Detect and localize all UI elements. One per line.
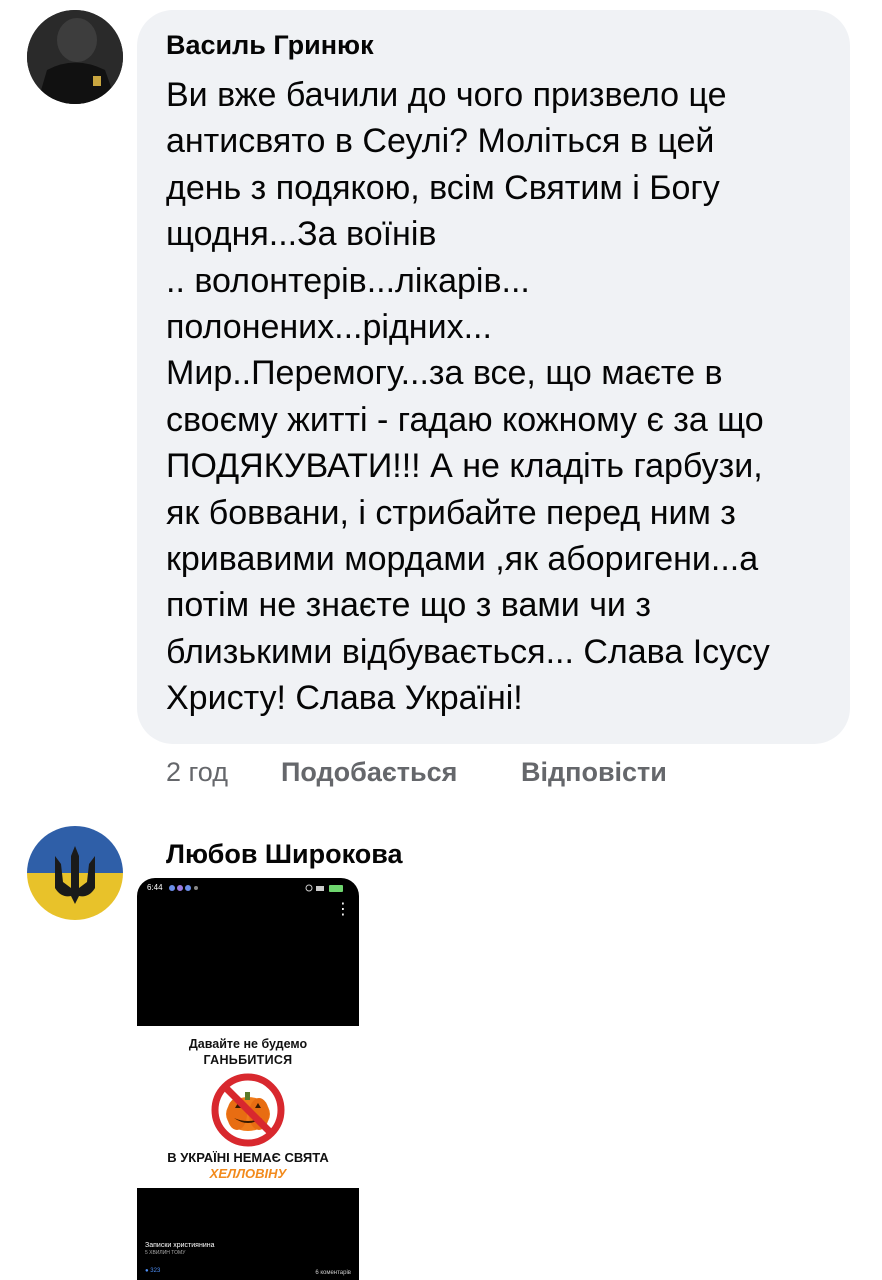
commenter-avatar-lyubov[interactable]: [27, 826, 123, 920]
comment-line: як боввани, і стрибайте перед ним з: [166, 493, 736, 532]
comment-line: полонених...рідних...: [166, 308, 492, 347]
phone-status-bar: 6:44: [137, 878, 359, 898]
comment-author-name[interactable]: Василь Гринюк: [166, 30, 374, 61]
comment-line: щодня...За воїнів: [166, 215, 437, 254]
commenter-avatar-vasyl[interactable]: [27, 10, 123, 104]
poster-line-3: В УКРАЇНІ НЕМАЄ СВЯТА: [167, 1150, 329, 1165]
comment-author-name[interactable]: Любов Широкова: [166, 839, 403, 870]
comment-line: Ви вже бачили до чого призвело це: [166, 76, 727, 114]
post-meta: Записки християнина 5 ХВИЛИН ТОМУ: [145, 1242, 214, 1256]
more-options-icon: ⋮: [335, 901, 351, 918]
like-icon: ●: [145, 1268, 149, 1274]
page-name: Записки християнина: [145, 1242, 215, 1249]
comment-line: потім не знаєте що з вами чи з: [166, 586, 651, 625]
comment-line: близькими відбувається... Слава Ісусу: [166, 632, 770, 671]
comment-line: Мир..Перемогу...за все, що маєте в: [166, 354, 723, 393]
comment-line: день з подякою, всім Святим і Богу: [166, 168, 720, 207]
no-pumpkin-icon: [211, 1073, 285, 1147]
comment-count: 6 коментарів: [315, 1270, 351, 1276]
comment-line: своєму житті - гадаю кожному є за що: [166, 400, 764, 439]
status-time: 6:44: [147, 883, 163, 892]
poster-line-4: ХЕЛЛОВІНУ: [209, 1166, 287, 1181]
comment-line: Христу! Слава Україні!: [166, 679, 523, 718]
attached-screenshot[interactable]: 6:44 ⋮ Давайте не будемо ГАНЬБИТИСЯ В УК…: [137, 878, 359, 1280]
comment-text: Ви вже бачили до чого призвело це антисв…: [166, 72, 846, 722]
halloween-poster: Давайте не будемо ГАНЬБИТИСЯ В УКРАЇНІ Н…: [137, 1026, 359, 1188]
comment-timestamp[interactable]: 2 год: [166, 757, 228, 788]
comment-line: кривавими мордами ,як аборигени...а: [166, 540, 759, 579]
poster-line-1: Давайте не будемо: [188, 1037, 308, 1051]
page-time: 5 ХВИЛИН ТОМУ: [145, 1250, 186, 1256]
poster-line-2: ГАНЬБИТИСЯ: [203, 1053, 293, 1067]
comment-line: .. волонтерів...лікарів...: [166, 261, 530, 300]
battery-icon: [305, 883, 345, 895]
reaction-count: ● 323: [145, 1268, 161, 1274]
notification-icons: [169, 884, 199, 894]
like-button[interactable]: Подобається: [281, 757, 457, 788]
comment-line: антисвято в Сеулі? Моліться в цей: [166, 122, 715, 161]
reply-button[interactable]: Відповісти: [521, 757, 667, 788]
comment-line: ПОДЯКУВАТИ!!! А не кладіть гарбузи,: [166, 447, 763, 486]
